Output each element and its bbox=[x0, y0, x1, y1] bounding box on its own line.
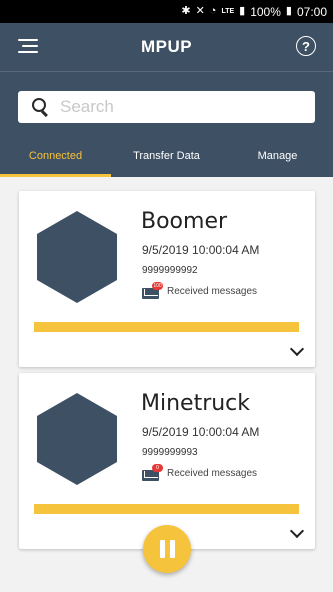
search-input[interactable] bbox=[60, 97, 280, 117]
app-bar: MPUP ? bbox=[0, 23, 333, 71]
device-hexagon-icon bbox=[37, 393, 117, 485]
received-messages-row: 100 Received messages bbox=[142, 282, 258, 299]
wifi-icon: ◔ bbox=[209, 5, 217, 17]
progress-fill bbox=[34, 322, 299, 332]
battery-icon: ▮ bbox=[285, 5, 292, 17]
device-name: Boomer bbox=[141, 209, 228, 234]
transfer-progress-bar bbox=[34, 504, 299, 514]
menu-icon[interactable] bbox=[18, 39, 40, 55]
app-title: MPUP bbox=[140, 37, 193, 56]
pause-icon bbox=[159, 540, 165, 558]
tab-bar: Connected Transfer Data Manage bbox=[0, 135, 333, 177]
device-card[interactable]: Minetruck 9/5/2019 10:00:04 AM 999999999… bbox=[19, 373, 315, 549]
mute-icon: ✕ bbox=[195, 5, 205, 17]
chevron-down-icon[interactable] bbox=[289, 523, 305, 539]
clock: 07:00 bbox=[296, 4, 327, 19]
mail-icon: 0 bbox=[142, 464, 163, 481]
device-timestamp: 9/5/2019 10:00:04 AM bbox=[142, 425, 260, 439]
network-label: LTE bbox=[221, 8, 235, 15]
transfer-progress-bar bbox=[34, 322, 299, 332]
search-box[interactable] bbox=[18, 91, 315, 123]
tab-connected[interactable]: Connected bbox=[0, 135, 111, 177]
help-icon[interactable]: ? bbox=[296, 36, 316, 56]
status-bar: ✱ ✕ ◔ LTE ▮ 100% ▮ 07:00 bbox=[0, 0, 333, 23]
signal-icon: ▮ bbox=[239, 5, 246, 17]
message-count-badge: 0 bbox=[152, 464, 163, 472]
message-count-badge: 100 bbox=[152, 282, 163, 290]
chevron-down-icon[interactable] bbox=[289, 341, 305, 357]
search-icon bbox=[32, 98, 50, 116]
tab-transfer-data[interactable]: Transfer Data bbox=[111, 135, 222, 177]
tab-manage[interactable]: Manage bbox=[222, 135, 333, 177]
received-messages-row: 0 Received messages bbox=[142, 464, 258, 481]
received-messages-label: Received messages bbox=[167, 286, 258, 297]
received-messages-label: Received messages bbox=[167, 468, 258, 479]
search-section bbox=[0, 71, 333, 135]
device-hexagon-icon bbox=[37, 211, 117, 303]
device-phone: 9999999992 bbox=[142, 265, 198, 276]
device-card[interactable]: Boomer 9/5/2019 10:00:04 AM 9999999992 1… bbox=[19, 191, 315, 367]
bluetooth-icon: ✱ bbox=[181, 5, 191, 17]
pause-button[interactable] bbox=[143, 525, 191, 573]
device-phone: 9999999993 bbox=[142, 447, 198, 458]
battery-level: 100% bbox=[250, 4, 281, 19]
device-name: Minetruck bbox=[141, 391, 251, 416]
mail-icon: 100 bbox=[142, 282, 163, 299]
device-timestamp: 9/5/2019 10:00:04 AM bbox=[142, 243, 260, 257]
progress-fill bbox=[34, 504, 299, 514]
